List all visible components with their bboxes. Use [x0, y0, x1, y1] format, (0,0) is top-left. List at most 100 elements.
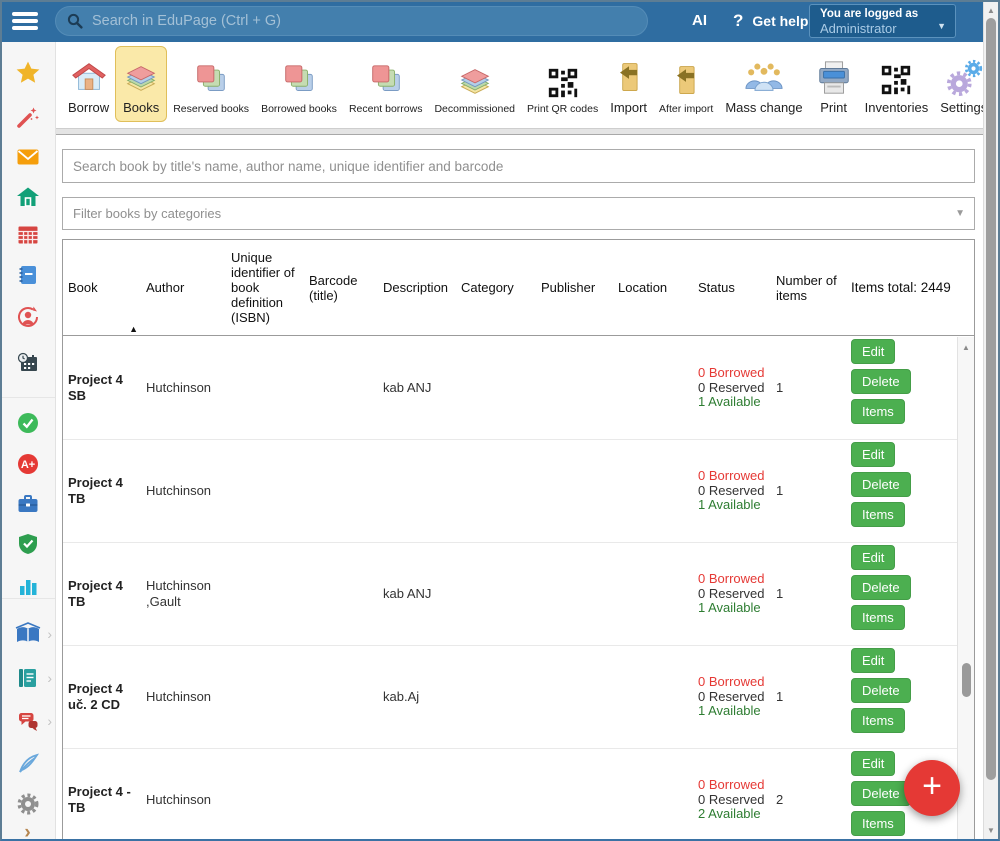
description-cell: kab ANJ: [378, 586, 456, 602]
sidebar-item-documents[interactable]: ›: [0, 667, 55, 693]
author-cell: Hutchinson: [141, 689, 226, 705]
sidebar-item-home[interactable]: [0, 186, 55, 212]
sidebar-item-attendance-check[interactable]: [0, 412, 55, 438]
toolbar-after-import-button[interactable]: After import: [653, 46, 719, 122]
edit-button[interactable]: Edit: [851, 339, 895, 364]
items-button[interactable]: Items: [851, 399, 905, 424]
add-book-button[interactable]: +: [904, 760, 960, 816]
house-icon: [70, 53, 108, 97]
sidebar-item-envelope[interactable]: [0, 146, 55, 172]
row-actions-cell: Edit Delete Items: [846, 337, 974, 439]
items-button[interactable]: Items: [851, 811, 905, 836]
delete-button[interactable]: Delete: [851, 678, 911, 703]
sidebar-item-substitution-person[interactable]: [0, 306, 55, 332]
hamburger-menu-icon[interactable]: [12, 12, 38, 30]
page-scrollbar[interactable]: ▲ ▼: [983, 2, 998, 839]
column-header-description[interactable]: Description: [378, 280, 456, 295]
book-title-cell: Project 4 SB: [63, 372, 141, 404]
toolbar-decommissioned-button[interactable]: Decommissioned: [428, 46, 521, 122]
get-help-button[interactable]: ? Get help: [733, 11, 808, 31]
sidebar-item-quill[interactable]: [0, 753, 55, 779]
toolbar-reserved-books-button[interactable]: Reserved books: [167, 46, 255, 122]
row-actions-cell: Edit Delete Items: [846, 543, 974, 645]
toolbar-print-qr-codes-button[interactable]: Print QR codes: [521, 46, 604, 122]
toolbar-settings-button[interactable]: Settings: [934, 46, 983, 122]
status-borrowed: 0 Borrowed: [698, 572, 771, 587]
column-header-number-of-items[interactable]: Number of items: [771, 273, 846, 303]
items-button[interactable]: Items: [851, 708, 905, 733]
ai-button[interactable]: AI: [692, 12, 707, 29]
page-scrollbar-thumb[interactable]: [986, 18, 996, 780]
sidebar-item-library-book[interactable]: ›: [0, 623, 55, 649]
toolbar-item-label: Print: [820, 100, 847, 115]
calendar-clock-icon: [16, 351, 40, 380]
column-header-status[interactable]: Status: [693, 280, 771, 295]
table-scrollbar[interactable]: ▲: [957, 337, 974, 841]
table-row: Project 4 TB Hutchinson ,Gault kab ANJ 0…: [63, 543, 974, 646]
description-cell: kab.Aj: [378, 689, 456, 705]
gear-icon: [16, 792, 40, 821]
toolbar-borrow-button[interactable]: Borrow: [62, 46, 115, 122]
items-button[interactable]: Items: [851, 605, 905, 630]
edit-button[interactable]: Edit: [851, 751, 895, 776]
toolbar-print-button[interactable]: Print: [809, 46, 859, 122]
edit-button[interactable]: Edit: [851, 442, 895, 467]
sidebar-item-briefcase[interactable]: [0, 493, 55, 519]
chevron-right-icon: ›: [47, 627, 52, 641]
status-borrowed: 0 Borrowed: [698, 366, 771, 381]
toolbar-import-button[interactable]: Import: [604, 46, 653, 122]
category-filter-select[interactable]: Filter books by categories ▼: [62, 197, 975, 230]
sidebar-item-chat-bubbles[interactable]: ›: [0, 710, 55, 736]
toolbar-borrowed-books-button[interactable]: Borrowed books: [255, 46, 343, 122]
column-header-publisher[interactable]: Publisher: [536, 280, 613, 295]
toolbar-mass-change-button[interactable]: Mass change: [719, 46, 808, 122]
sidebar-item-notebook[interactable]: [0, 264, 55, 290]
status-cell: 0 Borrowed 0 Reserved 1 Available: [693, 366, 771, 410]
toolbar-books-button[interactable]: Books: [115, 46, 167, 122]
sidebar-item-timetable-grid[interactable]: [0, 224, 55, 250]
toolbar-item-label: Decommissioned: [434, 103, 515, 115]
status-reserved: 0 Reserved: [698, 793, 771, 808]
global-search: [55, 6, 648, 36]
sidebar-item-magic-wand[interactable]: [0, 106, 55, 132]
column-header-unique-identifier[interactable]: Unique identifier of book definition (IS…: [226, 250, 304, 325]
delete-button[interactable]: Delete: [851, 781, 911, 806]
edit-button[interactable]: Edit: [851, 545, 895, 570]
toolbar-recent-borrows-button[interactable]: Recent borrows: [343, 46, 429, 122]
logged-in-user-dropdown[interactable]: You are logged as Administrator ▼: [809, 4, 956, 38]
scroll-down-icon[interactable]: ▼: [984, 826, 998, 835]
column-header-barcode[interactable]: Barcode (title): [304, 273, 378, 303]
gears-icon: [945, 53, 983, 97]
global-search-input[interactable]: [83, 13, 647, 29]
column-header-author[interactable]: Author: [141, 280, 226, 295]
delete-button[interactable]: Delete: [851, 369, 911, 394]
sidebar-item-shield-check[interactable]: [0, 533, 55, 559]
people-group-icon: [744, 53, 784, 97]
scroll-up-icon[interactable]: ▲: [984, 6, 998, 15]
table-row: Project 4 SB Hutchinson kab ANJ 0 Borrow…: [63, 337, 974, 440]
scroll-up-icon[interactable]: ▲: [958, 343, 974, 352]
sort-ascending-icon: ▲: [129, 322, 138, 337]
book-title-cell: Project 4 uč. 2 CD: [63, 681, 141, 713]
items-button[interactable]: Items: [851, 502, 905, 527]
status-available: 2 Available: [698, 807, 771, 822]
column-header-book[interactable]: Book ▲: [63, 280, 141, 295]
sidebar-item-grades-a-plus[interactable]: A+: [0, 453, 55, 479]
toolbar-item-label: Inventories: [865, 100, 929, 115]
sidebar-item-calendar-clock[interactable]: [0, 352, 55, 378]
sidebar-item-star[interactable]: [0, 62, 55, 88]
edit-button[interactable]: Edit: [851, 648, 895, 673]
column-header-category[interactable]: Category: [456, 280, 536, 295]
book-search-input[interactable]: [62, 149, 975, 183]
left-sidebar: A+ › › › ›: [0, 42, 56, 841]
table-scrollbar-thumb[interactable]: [962, 663, 971, 697]
sidebar-item-expand-chevron[interactable]: ›: [0, 820, 55, 841]
delete-button[interactable]: Delete: [851, 472, 911, 497]
envelope-icon: [16, 145, 40, 174]
delete-button[interactable]: Delete: [851, 575, 911, 600]
toolbar-inventories-button[interactable]: Inventories: [859, 46, 935, 122]
sidebar-item-bar-chart[interactable]: [0, 575, 55, 601]
column-header-location[interactable]: Location: [613, 280, 693, 295]
status-available: 1 Available: [698, 498, 771, 513]
sidebar-item-gear[interactable]: [0, 793, 55, 819]
